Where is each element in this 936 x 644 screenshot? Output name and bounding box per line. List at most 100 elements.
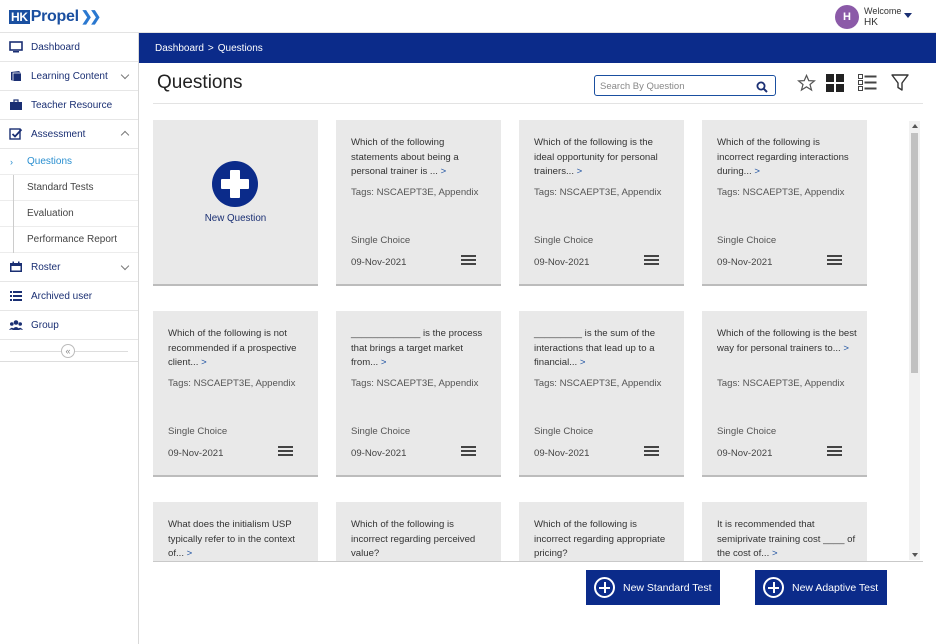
card-menu-icon[interactable] <box>644 255 659 265</box>
question-card[interactable]: Which of the following is incorrect rega… <box>702 120 867 286</box>
chevron-down-icon <box>120 261 130 271</box>
question-card[interactable]: It is recommended that semiprivate train… <box>702 502 867 561</box>
scrollbar-thumb[interactable] <box>911 133 918 373</box>
user-welcome[interactable]: Welcome HK <box>864 6 901 28</box>
new-standard-test-button[interactable]: New Standard Test <box>586 570 720 605</box>
sidebar-item-archived-user[interactable]: Archived user <box>0 282 138 311</box>
breadcrumb-dashboard[interactable]: Dashboard <box>155 43 204 54</box>
search-input[interactable] <box>595 77 745 96</box>
sidebar-item-roster[interactable]: Roster <box>0 253 138 282</box>
question-grid: New Question Which of the following stat… <box>153 120 908 561</box>
breadcrumb-current: Questions <box>217 42 263 54</box>
add-circle-icon <box>212 161 258 207</box>
more-link[interactable]: > <box>843 343 849 354</box>
question-card[interactable]: Which of the following is incorrect rega… <box>519 502 684 561</box>
user-avatar[interactable]: H <box>835 5 859 29</box>
chevron-down-icon <box>120 70 130 80</box>
list-view-icon[interactable] <box>857 73 877 93</box>
question-text: Which of the following is incorrect rega… <box>351 519 476 559</box>
question-text: Which of the following is the ideal oppo… <box>534 137 658 177</box>
question-text: Which of the following statements about … <box>351 137 459 177</box>
favorite-star-icon[interactable] <box>796 73 816 93</box>
question-card[interactable]: Which of the following is the ideal oppo… <box>519 120 684 286</box>
chevron-up-icon <box>120 130 130 140</box>
add-circle-icon <box>763 577 784 598</box>
sidebar-item-label: Roster <box>31 261 61 273</box>
top-bar: HK Propel ❯❯ H Welcome HK <box>0 0 936 33</box>
question-card[interactable]: _____________ is the process that brings… <box>336 311 501 477</box>
question-tags: Tags: NSCAEPT3E, Appendix <box>717 187 845 198</box>
search-icon[interactable] <box>756 80 768 98</box>
question-tags: Tags: NSCAEPT3E, Appendix <box>351 378 479 389</box>
briefcase-icon <box>9 99 23 111</box>
more-link[interactable]: > <box>201 357 207 368</box>
sidebar-item-label: Group <box>31 319 59 331</box>
search-box[interactable] <box>594 75 776 96</box>
question-card[interactable]: Which of the following is the best way f… <box>702 311 867 477</box>
question-tags: Tags: NSCAEPT3E, Appendix <box>168 378 296 389</box>
new-adaptive-test-button[interactable]: New Adaptive Test <box>755 570 887 605</box>
sidebar-subitem-label: Performance Report <box>27 234 118 245</box>
book-icon <box>9 70 23 82</box>
question-card[interactable]: _________ is the sum of the interactions… <box>519 311 684 477</box>
question-card[interactable]: What does the initialism USP typically r… <box>153 502 318 561</box>
more-link[interactable]: > <box>577 166 583 177</box>
people-icon <box>9 319 23 331</box>
question-card[interactable]: Which of the following is not recommende… <box>153 311 318 477</box>
checkbox-icon <box>9 128 23 140</box>
question-date: 09-Nov-2021 <box>717 257 773 268</box>
collapse-sidebar-icon[interactable]: « <box>61 344 75 358</box>
grid-view-icon[interactable] <box>825 73 845 93</box>
sidebar-item-learning-content[interactable]: Learning Content <box>0 62 138 91</box>
sidebar-item-teacher-resource[interactable]: Teacher Resource <box>0 91 138 120</box>
question-date: 09-Nov-2021 <box>534 448 590 459</box>
question-date: 09-Nov-2021 <box>351 257 407 268</box>
question-text: Which of the following is incorrect rega… <box>717 137 849 177</box>
scroll-up-icon[interactable] <box>912 124 918 128</box>
sidebar-subitem-standard-tests[interactable]: Standard Tests <box>0 175 138 201</box>
card-menu-icon[interactable] <box>827 255 842 265</box>
question-text: Which of the following is not recommende… <box>168 328 297 368</box>
more-link[interactable]: > <box>381 357 387 368</box>
card-menu-icon[interactable] <box>461 446 476 456</box>
sidebar-subitem-questions[interactable]: › Questions <box>0 149 138 175</box>
question-text: What does the initialism USP typically r… <box>168 519 295 559</box>
question-tags: Tags: NSCAEPT3E, Appendix <box>534 378 662 389</box>
scroll-down-icon[interactable] <box>912 553 918 557</box>
sidebar-item-assessment[interactable]: Assessment <box>0 120 138 149</box>
question-text: It is recommended that semiprivate train… <box>717 519 856 559</box>
more-link[interactable]: > <box>772 548 778 559</box>
question-type: Single Choice <box>717 235 777 246</box>
more-link[interactable]: > <box>580 357 586 368</box>
sidebar-item-group[interactable]: Group <box>0 311 138 340</box>
hkpropel-logo[interactable]: HK Propel ❯❯ <box>9 8 101 26</box>
sidebar-collapse-row: « <box>0 340 138 362</box>
more-link[interactable]: > <box>441 166 447 177</box>
more-link[interactable]: > <box>754 166 760 177</box>
sidebar-item-label: Teacher Resource <box>31 99 113 111</box>
grid-scrollbar[interactable] <box>909 121 920 560</box>
question-text: _________ is the sum of the interactions… <box>534 328 656 368</box>
card-menu-icon[interactable] <box>644 446 659 456</box>
sidebar-subitem-performance-report[interactable]: Performance Report <box>0 227 138 253</box>
question-tags: Tags: NSCAEPT3E, Appendix <box>351 187 479 198</box>
calendar-icon <box>9 261 23 273</box>
sidebar-item-dashboard[interactable]: Dashboard <box>0 33 138 62</box>
question-card[interactable]: Which of the following statements about … <box>336 120 501 286</box>
new-question-card[interactable]: New Question <box>153 120 318 286</box>
welcome-label: Welcome <box>864 6 902 16</box>
button-label: New Adaptive Test <box>792 581 879 594</box>
sidebar-subitem-evaluation[interactable]: Evaluation <box>0 201 138 227</box>
more-link[interactable]: > <box>187 548 193 559</box>
question-card[interactable]: Which of the following is incorrect rega… <box>336 502 501 561</box>
sidebar-subitem-label: Standard Tests <box>27 182 94 193</box>
card-menu-icon[interactable] <box>278 446 293 456</box>
user-menu-caret-icon[interactable] <box>904 13 912 18</box>
filter-icon[interactable] <box>890 73 910 93</box>
card-menu-icon[interactable] <box>461 255 476 265</box>
sidebar-item-label: Assessment <box>31 128 86 140</box>
monitor-icon <box>9 41 23 53</box>
question-type: Single Choice <box>351 235 411 246</box>
question-type: Single Choice <box>534 235 594 246</box>
card-menu-icon[interactable] <box>827 446 842 456</box>
